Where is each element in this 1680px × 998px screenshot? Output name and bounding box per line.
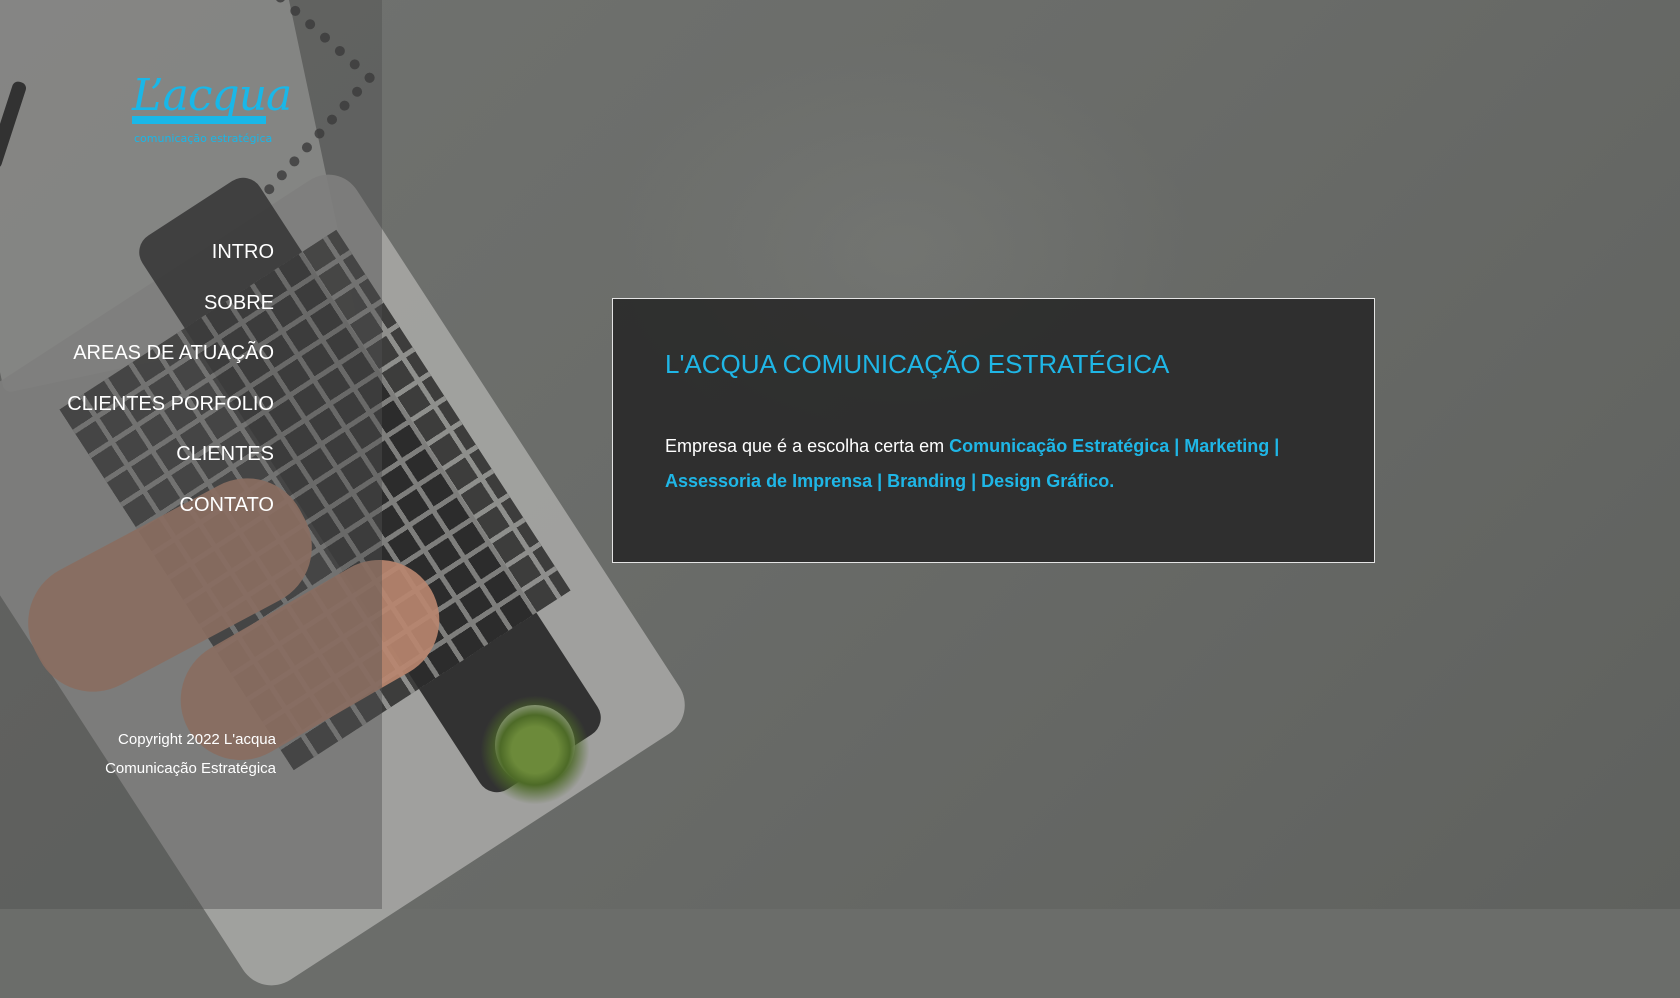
nav-item-contato[interactable]: CONTATO [0,493,274,544]
nav-link-clientes[interactable]: CLIENTES [176,443,274,465]
intro-card: L'ACQUA COMUNICAÇÃO ESTRATÉGICA Empresa … [612,298,1375,563]
copyright-line-1: Copyright 2022 L'acqua [118,731,276,748]
nav-item-areas[interactable]: AREAS DE ATUAÇÃO [0,341,274,392]
copyright-line-2: Comunicação Estratégica [105,760,276,777]
nav-item-intro[interactable]: INTRO [0,240,274,291]
logo-wave [132,116,266,124]
nav-link-portfolio[interactable]: CLIENTES PORFOLIO [67,393,274,415]
nav-link-sobre[interactable]: SOBRE [204,292,274,314]
logo-wordmark: L’acqua [132,70,292,121]
logo-subtitle: comunicação estratégica [134,132,273,145]
copyright-text: Copyright 2022 L'acqua Comunicação Estra… [90,725,276,783]
intro-text: Empresa que é a escolha certa em Comunic… [665,429,1305,499]
nav-link-intro[interactable]: INTRO [212,241,274,263]
nav-item-clientes[interactable]: CLIENTES [0,442,274,493]
logo[interactable]: L’acqua comunicação estratégica [132,70,292,152]
nav-link-areas[interactable]: AREAS DE ATUAÇÃO [73,342,274,364]
nav-item-sobre[interactable]: SOBRE [0,291,274,342]
intro-title: L'ACQUA COMUNICAÇÃO ESTRATÉGICA [665,349,1170,379]
nav-item-portfolio[interactable]: CLIENTES PORFOLIO [0,392,274,443]
main-nav: INTRO SOBRE AREAS DE ATUAÇÃO CLIENTES PO… [0,240,274,543]
sidebar: L’acqua comunicação estratégica INTRO SO… [0,0,382,909]
intro-text-prefix: Empresa que é a escolha certa em [665,436,950,456]
nav-link-contato[interactable]: CONTATO [180,494,274,516]
plant-image [480,695,590,805]
